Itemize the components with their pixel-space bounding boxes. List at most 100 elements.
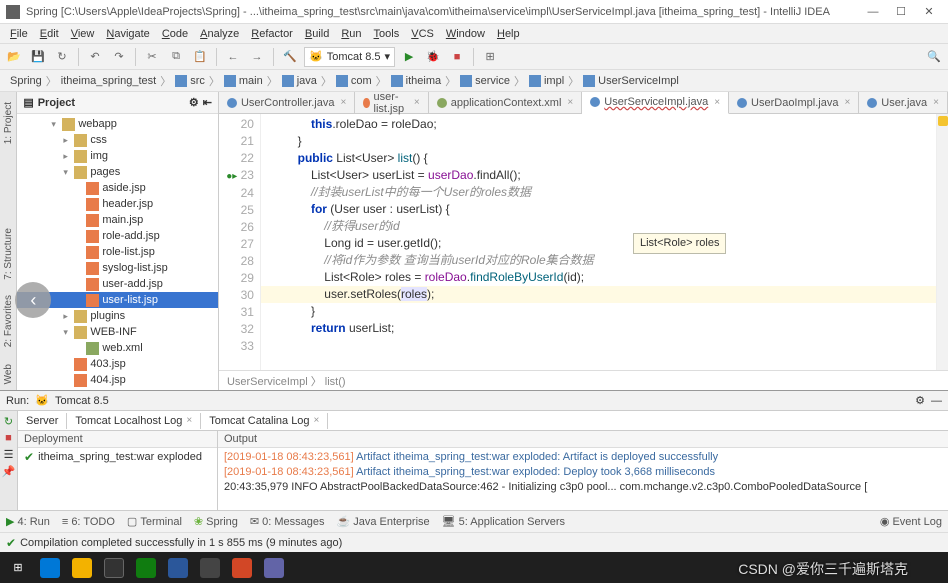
crumb-src[interactable]: src <box>169 75 211 87</box>
menu-file[interactable]: File <box>4 26 34 42</box>
menu-view[interactable]: View <box>65 26 101 42</box>
editor-tab[interactable]: User.java× <box>859 92 948 114</box>
eventlog-tool-tab[interactable]: ◉Event Log <box>880 515 942 528</box>
crumb-impl[interactable]: impl <box>523 75 570 87</box>
menu-refactor[interactable]: Refactor <box>245 26 299 42</box>
save-icon[interactable]: 💾 <box>28 47 48 67</box>
console-output[interactable]: [2019-01-18 08:43:23,561] Artifact ithei… <box>218 448 948 497</box>
tree-item[interactable]: 500.jsp <box>17 388 218 390</box>
close-tab-icon[interactable]: × <box>933 97 939 108</box>
minimize-icon[interactable]: — <box>931 395 942 407</box>
menu-code[interactable]: Code <box>156 26 194 42</box>
forward-icon[interactable]: → <box>247 47 267 67</box>
cut-icon[interactable]: ✂ <box>142 47 162 67</box>
tree-item[interactable]: ▸img <box>17 148 218 164</box>
redo-icon[interactable]: ↷ <box>109 47 129 67</box>
favorites-tool-tab[interactable]: 2: Favorites <box>2 289 15 353</box>
stop-icon[interactable]: ■ <box>5 432 12 444</box>
code-area[interactable]: this.roleDao = roleDao; } public List<Us… <box>261 114 936 370</box>
menu-analyze[interactable]: Analyze <box>194 26 245 42</box>
search-icon[interactable]: 🔍 <box>924 47 944 67</box>
crumb-main[interactable]: main <box>218 75 269 87</box>
web-tool-tab[interactable]: Web <box>2 358 15 390</box>
tree-item[interactable]: 403.jsp <box>17 356 218 372</box>
menu-tools[interactable]: Tools <box>368 26 406 42</box>
project-tree[interactable]: ▾webapp▸css▸img▾pagesaside.jspheader.jsp… <box>17 114 218 390</box>
structure-icon[interactable]: ⊞ <box>480 47 500 67</box>
copy-icon[interactable]: ⧉ <box>166 47 186 67</box>
todo-tool-tab[interactable]: ≡6: TODO <box>62 516 115 528</box>
task-app-6[interactable] <box>196 554 224 582</box>
pin-icon[interactable]: 📌 <box>2 465 16 478</box>
task-app-5[interactable] <box>164 554 192 582</box>
editor-breadcrumb[interactable]: UserServiceImpl 〉 list() <box>219 370 948 390</box>
paste-icon[interactable]: 📋 <box>190 47 210 67</box>
task-app-4[interactable] <box>132 554 160 582</box>
editor-tab[interactable]: UserController.java× <box>219 92 355 114</box>
run-tool-tab[interactable]: ▶4: Run <box>6 515 50 528</box>
undo-icon[interactable]: ↶ <box>85 47 105 67</box>
crumb-itheima[interactable]: itheima <box>385 75 447 87</box>
task-app-8[interactable] <box>260 554 288 582</box>
tree-item[interactable]: role-list.jsp <box>17 244 218 260</box>
tree-item[interactable]: aside.jsp <box>17 180 218 196</box>
warning-marker[interactable] <box>938 116 948 126</box>
task-app-1[interactable] <box>36 554 64 582</box>
tree-item[interactable]: ▸css <box>17 132 218 148</box>
menu-navigate[interactable]: Navigate <box>100 26 155 42</box>
run-icon[interactable]: ▶ <box>399 47 419 67</box>
javaee-tool-tab[interactable]: ☕Java Enterprise <box>337 515 430 528</box>
run-tab[interactable]: Server <box>18 413 67 429</box>
deployment-item[interactable]: ✔ itheima_spring_test:war exploded <box>18 448 217 466</box>
error-stripe[interactable] <box>936 114 948 370</box>
crumb-service[interactable]: service <box>454 75 516 87</box>
gear-icon[interactable]: ⚙ <box>915 394 925 407</box>
editor-tab[interactable]: UserDaoImpl.java× <box>729 92 859 114</box>
close-tab-icon[interactable]: × <box>414 97 420 108</box>
crumb-itheima_spring_test[interactable]: itheima_spring_test <box>55 75 162 87</box>
close-tab-icon[interactable]: × <box>341 97 347 108</box>
start-button[interactable]: ⊞ <box>4 554 32 582</box>
menu-run[interactable]: Run <box>335 26 367 42</box>
gutter[interactable]: 202122●▸ 2324252627282930313233 <box>219 114 261 370</box>
menu-help[interactable]: Help <box>491 26 526 42</box>
close-tab-icon[interactable]: × <box>844 97 850 108</box>
tree-item[interactable]: header.jsp <box>17 196 218 212</box>
tree-item[interactable]: ▾pages <box>17 164 218 180</box>
stop-icon[interactable]: ■ <box>447 47 467 67</box>
menu-vcs[interactable]: VCS <box>405 26 440 42</box>
terminal-tool-tab[interactable]: ▢Terminal <box>127 515 182 528</box>
build-icon[interactable]: 🔨 <box>280 47 300 67</box>
tree-item[interactable]: ▾WEB-INF <box>17 324 218 340</box>
editor-tab[interactable]: applicationContext.xml× <box>429 92 583 114</box>
back-icon[interactable]: ← <box>223 47 243 67</box>
menu-edit[interactable]: Edit <box>34 26 65 42</box>
crumb-Spring[interactable]: Spring <box>4 75 48 87</box>
editor-tab[interactable]: user-list.jsp× <box>355 92 428 114</box>
open-icon[interactable]: 📂 <box>4 47 24 67</box>
tree-item[interactable]: main.jsp <box>17 212 218 228</box>
spring-tool-tab[interactable]: ❀Spring <box>194 515 238 528</box>
crumb-com[interactable]: com <box>330 75 378 87</box>
run-config-dropdown[interactable]: 🐱 Tomcat 8.5 ▾ <box>304 47 395 67</box>
run-tab[interactable]: Tomcat Localhost Log× <box>67 413 201 429</box>
maximize-button[interactable]: ☐ <box>888 3 914 21</box>
project-tool-tab[interactable]: 1: Project <box>2 96 15 150</box>
menu-window[interactable]: Window <box>440 26 491 42</box>
settings-icon[interactable]: ⚙ <box>189 96 199 109</box>
crumb-UserServiceImpl[interactable]: UserServiceImpl <box>577 75 685 87</box>
run-tab[interactable]: Tomcat Catalina Log× <box>201 413 328 429</box>
tree-item[interactable]: syslog-list.jsp <box>17 260 218 276</box>
close-tab-icon[interactable]: × <box>714 97 720 108</box>
task-app-3[interactable] <box>100 554 128 582</box>
crumb-java[interactable]: java <box>276 75 323 87</box>
editor-tab[interactable]: UserServiceImpl.java× <box>582 92 729 114</box>
close-button[interactable]: ✕ <box>916 3 942 21</box>
dump-icon[interactable]: ☰ <box>4 448 14 461</box>
minimize-button[interactable]: — <box>860 3 886 21</box>
collapse-icon[interactable]: ⇤ <box>203 96 212 109</box>
messages-tool-tab[interactable]: ✉0: Messages <box>250 515 325 528</box>
tree-item[interactable]: 404.jsp <box>17 372 218 388</box>
sync-icon[interactable]: ↻ <box>52 47 72 67</box>
tree-item[interactable]: role-add.jsp <box>17 228 218 244</box>
